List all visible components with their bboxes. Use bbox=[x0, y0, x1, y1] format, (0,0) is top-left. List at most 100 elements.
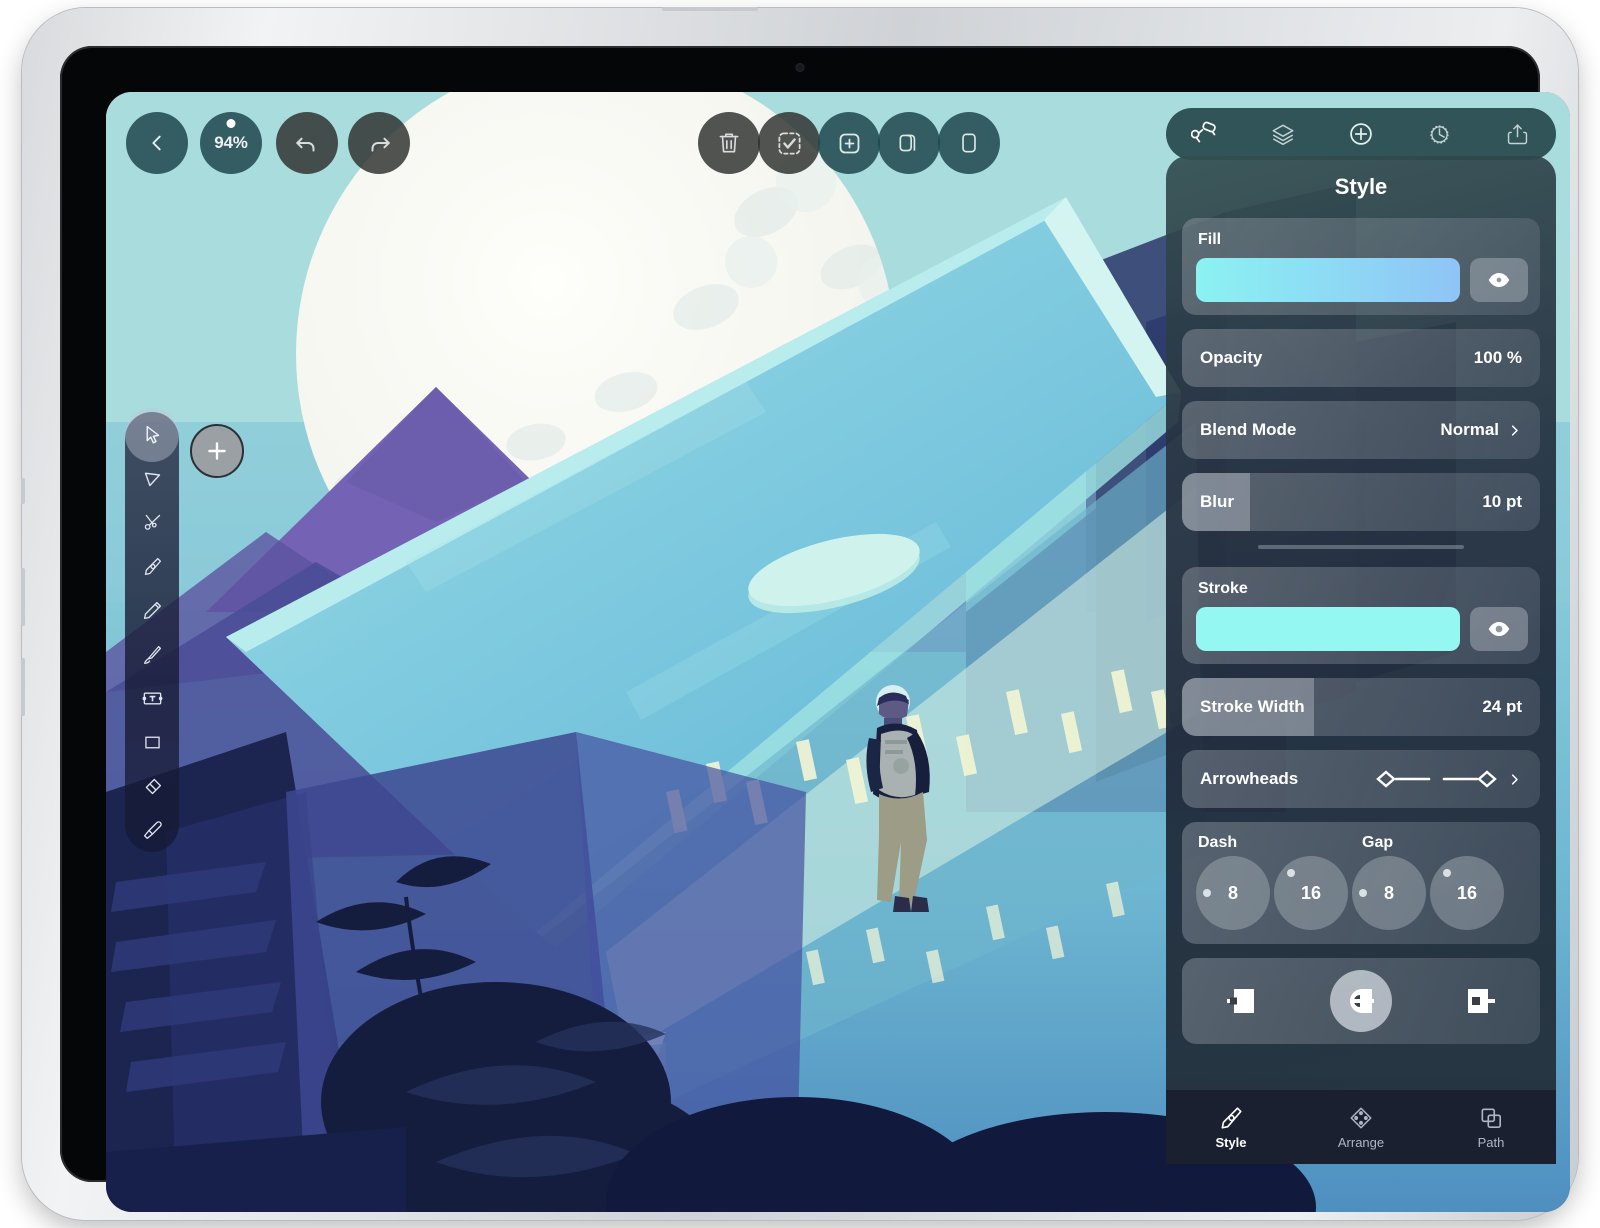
blur-value: 10 pt bbox=[1482, 492, 1522, 511]
cap-square-icon bbox=[1468, 989, 1496, 1013]
duplicate-button[interactable] bbox=[878, 112, 940, 174]
gap-knob-2[interactable]: 16 bbox=[1430, 856, 1504, 930]
select-all-icon bbox=[777, 131, 801, 155]
tool-eraser[interactable] bbox=[125, 764, 179, 808]
add-tool-button[interactable] bbox=[190, 424, 244, 478]
zoom-indicator-dot bbox=[226, 119, 236, 128]
pen-nib-icon bbox=[1221, 1106, 1242, 1129]
pen-nib-icon bbox=[144, 557, 161, 575]
bottom-tab-style-label: Style bbox=[1215, 1134, 1247, 1150]
text-box-icon bbox=[142, 692, 162, 704]
blur-card[interactable]: Blur 10 pt bbox=[1182, 473, 1540, 531]
blend-mode-label: Blend Mode bbox=[1200, 420, 1297, 439]
volume-up-button[interactable] bbox=[21, 478, 25, 504]
bottom-tab-path[interactable]: Path bbox=[1436, 1105, 1546, 1150]
cap-butt-button[interactable] bbox=[1211, 970, 1273, 1032]
panel-tab-settings[interactable] bbox=[1409, 112, 1469, 156]
cursor-arrow-icon bbox=[146, 425, 159, 444]
panel-tab-share[interactable] bbox=[1487, 112, 1547, 156]
cap-round-button[interactable] bbox=[1329, 970, 1392, 1032]
panel-title: Style bbox=[1334, 174, 1388, 199]
tool-pencil[interactable] bbox=[125, 588, 179, 632]
path-shapes-icon bbox=[1481, 1108, 1502, 1128]
opacity-value: 100 % bbox=[1473, 348, 1522, 367]
zoom-level-label: 94% bbox=[214, 133, 248, 152]
right-panel-column: Style Fill Opacity 100 % Blend Mode Norm… bbox=[1166, 108, 1556, 1164]
stroke-width-label: Stroke Width bbox=[1200, 697, 1305, 716]
fill-card: Fill bbox=[1182, 218, 1540, 315]
knob-indicator-dot bbox=[1443, 869, 1451, 877]
stroke-swatch[interactable] bbox=[1196, 607, 1460, 651]
select-all-button[interactable] bbox=[758, 112, 820, 174]
brush-icon bbox=[143, 645, 161, 664]
fill-label: Fill bbox=[1198, 231, 1222, 248]
diamond-start-arrowhead-icon[interactable] bbox=[1375, 769, 1433, 789]
fill-swatch[interactable] bbox=[1196, 258, 1460, 302]
blur-label: Blur bbox=[1200, 492, 1234, 511]
tool-pen[interactable] bbox=[125, 544, 179, 588]
tool-scissors[interactable] bbox=[125, 500, 179, 544]
arrowheads-card[interactable]: Arrowheads bbox=[1182, 750, 1540, 808]
stroke-width-card[interactable]: Stroke Width 24 pt bbox=[1182, 678, 1540, 736]
redo-button[interactable] bbox=[348, 112, 410, 174]
stroke-card: Stroke bbox=[1182, 567, 1540, 664]
opacity-card[interactable]: Opacity 100 % bbox=[1182, 329, 1540, 387]
tool-brush[interactable] bbox=[125, 632, 179, 676]
duplicate-icon bbox=[899, 134, 916, 152]
app-screen: 94% Style Fill Opacity 100 % Blend Mode … bbox=[106, 92, 1570, 1212]
eraser-icon bbox=[145, 778, 161, 794]
tool-node-select[interactable] bbox=[125, 456, 179, 500]
device-bezel: 94% Style Fill Opacity 100 % Blend Mode … bbox=[60, 46, 1570, 1212]
chevron-right-icon bbox=[1511, 773, 1518, 785]
arrowheads-preview bbox=[1375, 769, 1522, 789]
cap-butt-icon bbox=[1226, 989, 1254, 1013]
panel-tab-style[interactable] bbox=[1175, 112, 1235, 156]
dash-knob-2-value: 16 bbox=[1300, 882, 1322, 903]
panel-tab-add[interactable] bbox=[1331, 112, 1391, 156]
volume-down-button-2[interactable] bbox=[21, 658, 25, 716]
gap-knob-2-value: 16 bbox=[1456, 882, 1478, 903]
stroke-visibility-button[interactable] bbox=[1470, 607, 1528, 651]
tool-rectangle[interactable] bbox=[125, 720, 179, 764]
blend-mode-card[interactable]: Blend Mode Normal bbox=[1182, 401, 1540, 459]
add-selection-button[interactable] bbox=[818, 112, 880, 174]
delete-button[interactable] bbox=[698, 112, 760, 174]
plus-icon bbox=[208, 442, 226, 460]
bottom-tab-path-label: Path bbox=[1477, 1134, 1505, 1150]
cap-square-button[interactable] bbox=[1449, 970, 1511, 1032]
paint-roller-icon bbox=[1191, 121, 1216, 143]
dash-knob-1[interactable]: 8 bbox=[1196, 856, 1270, 930]
tool-palette bbox=[125, 408, 179, 852]
stroke-width-value: 24 pt bbox=[1482, 697, 1522, 716]
ipad-device: 94% Style Fill Opacity 100 % Blend Mode … bbox=[21, 7, 1578, 1220]
plus-circle-icon bbox=[1350, 123, 1372, 145]
tool-select[interactable] bbox=[125, 408, 179, 462]
bottom-tab-arrange[interactable]: Arrange bbox=[1306, 1105, 1416, 1150]
cap-style-card bbox=[1182, 958, 1540, 1044]
gap-knob-1[interactable]: 8 bbox=[1352, 856, 1426, 930]
diamond-end-arrowhead-icon[interactable] bbox=[1441, 769, 1499, 789]
blend-mode-value: Normal bbox=[1440, 420, 1499, 439]
style-bottom-tab-bar: Style Arrange Path bbox=[1166, 1090, 1556, 1164]
tool-eyedropper[interactable] bbox=[125, 808, 179, 852]
bottom-tab-style[interactable]: Style bbox=[1176, 1105, 1286, 1150]
back-button[interactable] bbox=[126, 112, 188, 174]
panel-tab-layers[interactable] bbox=[1253, 112, 1313, 156]
arrowheads-label: Arrowheads bbox=[1200, 769, 1299, 788]
zoom-level-button[interactable]: 94% bbox=[200, 112, 262, 174]
rectangle-icon bbox=[144, 736, 160, 748]
fill-visibility-button[interactable] bbox=[1470, 258, 1528, 302]
tool-text[interactable] bbox=[125, 676, 179, 720]
paste-button[interactable] bbox=[938, 112, 1000, 174]
undo-icon bbox=[296, 137, 315, 152]
redo-icon bbox=[371, 137, 390, 152]
knob-indicator-dot bbox=[1203, 889, 1211, 897]
gap-label: Gap bbox=[1362, 834, 1394, 851]
volume-down-button[interactable] bbox=[21, 568, 25, 626]
panel-divider[interactable] bbox=[1258, 545, 1464, 549]
plus-square-icon bbox=[839, 133, 859, 153]
knob-indicator-dot bbox=[1287, 869, 1295, 877]
power-button[interactable] bbox=[662, 7, 758, 11]
undo-button[interactable] bbox=[276, 112, 338, 174]
dash-knob-2[interactable]: 16 bbox=[1274, 856, 1348, 930]
